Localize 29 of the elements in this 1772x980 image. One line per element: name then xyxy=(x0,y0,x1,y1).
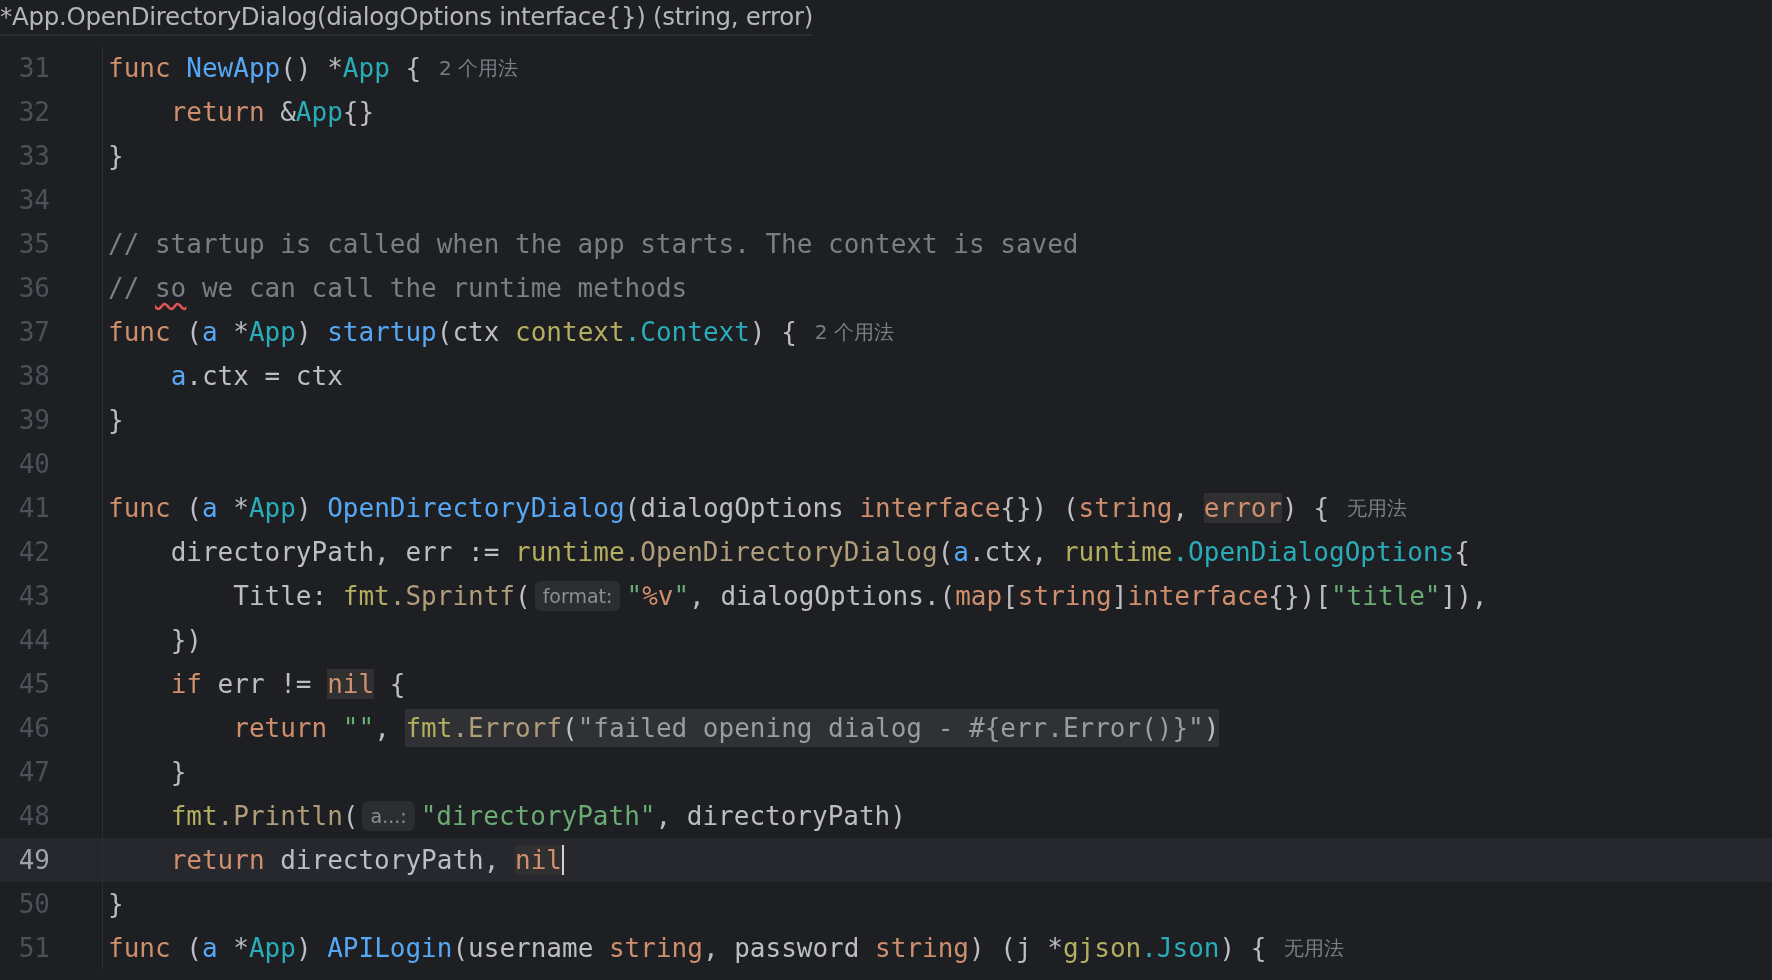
code-text: func (a *App) startup(ctx context.Context) { xyxy=(108,317,797,347)
code-text: func NewApp() *App { xyxy=(108,53,422,83)
usage-hint[interactable]: 2 个用法 xyxy=(439,54,519,82)
code-text: return &App{} xyxy=(170,97,375,127)
text-cursor xyxy=(561,845,564,875)
code-text: } xyxy=(108,889,124,919)
code-text: } xyxy=(108,405,124,435)
code-text: func (a *App) OpenDirectoryDialog(dialogOptions interface{}) (string, error) { xyxy=(108,493,1330,523)
code-text: directoryPath, err := runtime.OpenDirectoryDialog(a.ctx, runtime.OpenDialogOptions{ xyxy=(170,537,1470,567)
code-text: a.ctx = ctx xyxy=(170,361,343,391)
usage-hint[interactable]: 无用法 xyxy=(1284,934,1345,962)
code-text: // startup is called when the app starts. The context is saved xyxy=(108,229,1079,259)
inlay-hint: format: xyxy=(534,581,621,611)
code-text: fmt.Println( xyxy=(170,801,359,831)
sticky-scroll-header[interactable]: *App.OpenDirectoryDialog(dialogOptions interface{}) (string, error) xyxy=(0,0,813,36)
code-text: if err != nil { xyxy=(170,669,406,699)
code-text: "directoryPath", directoryPath) xyxy=(420,801,906,831)
code-text: Title: fmt.Sprintf( xyxy=(233,581,531,611)
usage-hint[interactable]: 无用法 xyxy=(1347,494,1408,522)
code-text: } xyxy=(108,141,124,171)
line-number: 49 xyxy=(17,845,50,875)
code-text: return directoryPath, nil xyxy=(170,845,562,875)
inlay-hint: a...: xyxy=(362,801,415,831)
code-text: "%v", dialogOptions.(map[string]interface{})["title"]), xyxy=(626,581,1488,611)
code-text: func (a *App) APILogin(username string, password string) (j *gjson.Json) { xyxy=(108,933,1267,963)
code-text: } xyxy=(170,757,187,787)
code-text: // so we can call the runtime methods xyxy=(108,273,688,303)
code-text: }) xyxy=(170,625,202,655)
usage-hint[interactable]: 2 个用法 xyxy=(814,318,894,346)
